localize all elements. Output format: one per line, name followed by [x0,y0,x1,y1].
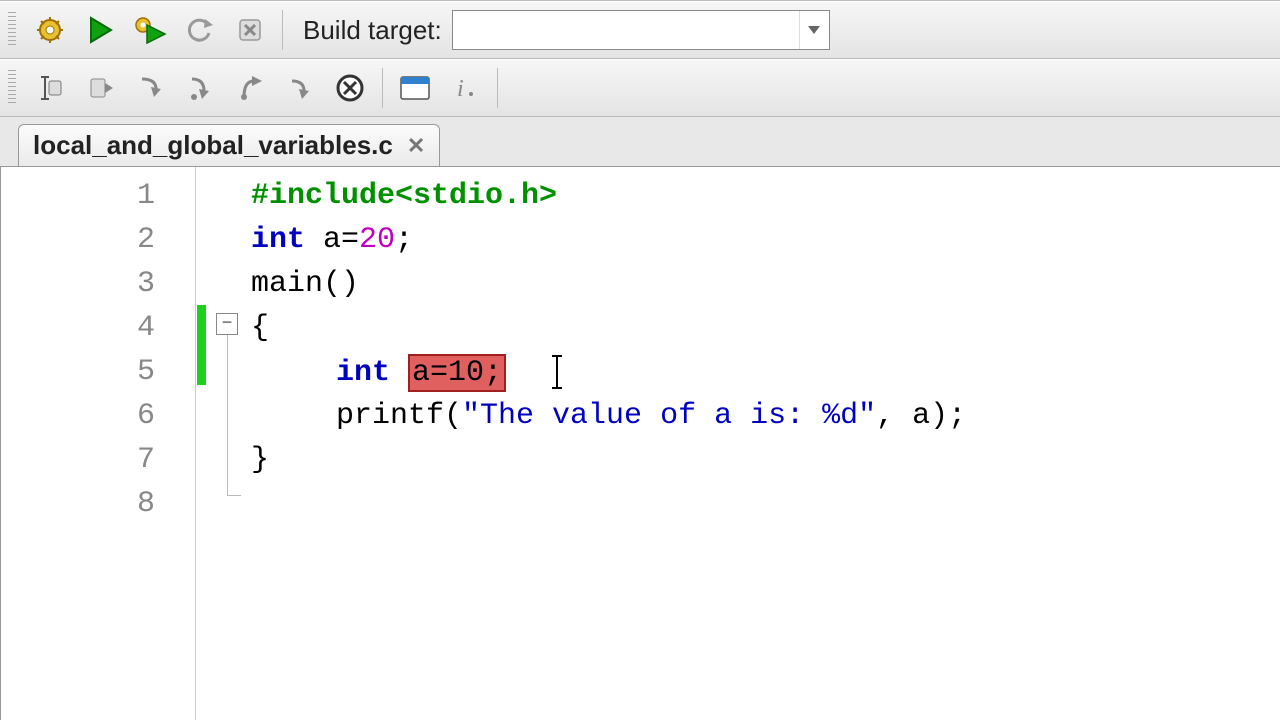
line-number: 5 [115,355,155,389]
step-into-button[interactable] [178,66,222,110]
run-button[interactable] [78,8,122,52]
editor-tabs: local_and_global_variables.c ✕ [0,117,1280,167]
tab-title: local_and_global_variables.c [33,130,393,161]
line-number: 7 [115,443,155,477]
abort-button[interactable] [228,8,272,52]
toolbar-grip [8,12,16,48]
build-button[interactable] [28,8,72,52]
build-and-run-button[interactable] [128,8,172,52]
code-line-3: main() [251,269,359,299]
fold-guide [227,335,228,495]
line-number: 8 [115,487,155,521]
file-tab[interactable]: local_and_global_variables.c ✕ [18,124,440,166]
line-number: 1 [115,179,155,213]
code-line-5: int a=10; [336,355,558,389]
code-editor[interactable]: 1 2 3 4 5 6 7 8 − #include<stdio.h> int … [0,167,1280,720]
chevron-down-icon [799,11,829,49]
close-icon[interactable]: ✕ [407,133,425,159]
line-number: 6 [115,399,155,433]
fold-toggle[interactable]: − [216,313,238,335]
code-line-1: #include<stdio.h> [251,181,557,211]
rebuild-button[interactable] [178,8,222,52]
toolbar-separator [382,68,383,108]
line-number: 2 [115,223,155,257]
line-number: 4 [115,311,155,345]
run-to-cursor-button[interactable] [78,66,122,110]
code-line-4: { [251,313,269,343]
build-target-combo[interactable] [452,10,830,50]
toolbar-grip [8,70,16,106]
toolbar-separator [497,68,498,108]
code-line-2: int a=20; [251,225,413,255]
code-area[interactable]: − #include<stdio.h> int a=20; main() { i… [196,167,1280,720]
line-number: 3 [115,267,155,301]
debug-toolbar: i [0,59,1280,117]
build-toolbar: Build target: [0,1,1280,59]
debugging-windows-button[interactable] [393,66,437,110]
step-out-button[interactable] [228,66,272,110]
text-cursor [556,355,558,389]
change-marker [197,305,206,385]
next-instruction-button[interactable] [278,66,322,110]
next-line-button[interactable] [128,66,172,110]
line-gutter: 1 2 3 4 5 6 7 8 [1,167,196,720]
fold-guide-end [227,495,241,496]
debug-start-button[interactable] [28,66,72,110]
stop-debugger-button[interactable] [328,66,372,110]
code-line-7: } [251,445,269,475]
svg-text:i: i [457,76,464,102]
code-line-6: printf("The value of a is: %d", a); [336,401,966,431]
toolbar-separator [282,10,283,50]
selection-highlight: a=10; [408,354,506,392]
build-target-label: Build target: [293,15,446,46]
info-button[interactable]: i [443,66,487,110]
